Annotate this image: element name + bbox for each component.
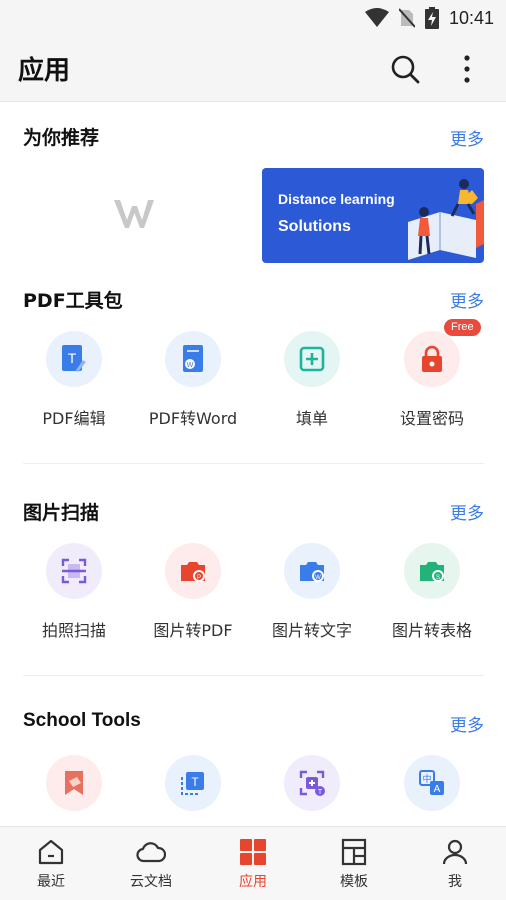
tool-photo-scan[interactable]: 拍照扫描 [14,543,134,641]
tool-label: PDF编辑 [42,409,106,428]
divider [23,675,484,676]
distance-learning-banner[interactable]: Distance learning Solutions [262,168,484,263]
tool-label: 填单 [295,409,328,428]
tool-label: 拍照扫描 [41,621,106,640]
more-vertical-icon[interactable] [455,52,479,86]
tool-label: 图片转文字 [271,621,352,640]
svg-text:A: A [434,784,441,795]
svg-text:P: P [197,575,201,581]
tool-label: 设置密码 [399,409,464,428]
template-icon [341,838,367,866]
translate-icon: 中 A [419,770,444,795]
svg-text:T: T [318,789,323,796]
tool-school-4[interactable]: 中 A [372,755,492,811]
tool-image-to-text[interactable]: W 图片转文字 [252,543,372,641]
nav-item-recent[interactable]: 最近 [11,837,91,891]
pdf-tools-title: PDF工具包 [23,290,123,312]
wifi-icon [364,8,389,27]
svg-text:S: S [436,575,440,581]
scan-icon [61,558,87,584]
image-scan-more-link[interactable]: 更多 [450,499,484,524]
svg-text:T: T [68,350,77,366]
recommend-title: 为你推荐 [23,127,100,149]
bottom-navigation: 最近 云文档 应用 模板 我 [0,826,506,900]
home-icon [38,839,64,865]
status-time: 10:41 [448,7,494,28]
pdf-tools-more-link[interactable]: 更多 [450,287,484,312]
nav-label: 最近 [37,874,65,890]
apps-grid-icon [240,839,266,865]
banner-line2: Solutions [278,218,351,235]
tool-label: PDF转Word [148,409,238,428]
tool-pdf-to-word[interactable]: W PDF转Word [133,331,253,429]
svg-text:W: W [187,362,194,369]
tool-label: 图片转PDF [153,621,233,640]
app-bar: 应用 [0,36,506,102]
fill-form-icon [299,346,325,372]
svg-text:W: W [315,575,321,581]
tool-image-to-pdf[interactable]: P 图片转PDF [133,543,253,641]
tool-fill-form[interactable]: 填单 [252,331,372,429]
tool-pdf-edit[interactable]: T PDF编辑 [14,331,134,429]
user-icon [442,839,468,865]
battery-charging-icon [424,7,439,29]
tool-school-2[interactable]: T [133,755,253,811]
nav-label: 我 [448,874,462,890]
nav-item-apps[interactable]: 应用 [213,837,293,891]
image-scan-title: 图片扫描 [23,502,100,524]
banner-line1: Distance learning [278,191,395,207]
image-to-text-icon: W [300,562,324,582]
cloud-icon [136,842,166,863]
tool-label: 图片转表格 [391,621,472,640]
nav-label: 应用 [239,874,267,890]
nav-item-me[interactable]: 我 [415,837,495,891]
pdf-to-word-icon: W [183,345,203,372]
nav-label: 模板 [340,874,368,890]
search-icon[interactable] [388,52,422,86]
image-to-pdf-icon: P [181,562,205,582]
school-tools-title: School Tools [23,710,141,731]
nav-label: 云文档 [130,874,172,890]
recommend-more-link[interactable]: 更多 [450,125,484,150]
lock-icon [422,345,442,372]
image-to-table-icon: S [420,562,444,582]
tool-image-to-table[interactable]: S 图片转表格 [372,543,492,641]
tool-school-3[interactable]: T [252,755,372,811]
nav-item-templates[interactable]: 模板 [314,837,394,891]
students-illustration-icon [408,179,484,260]
bookmark-hand-icon [65,771,83,795]
page-title: 应用 [18,56,71,86]
divider [23,463,484,464]
photo-translate-icon: T [299,770,325,796]
nav-item-cloud-docs[interactable]: 云文档 [111,837,191,891]
pdf-edit-icon: T [62,345,86,372]
tool-school-1[interactable] [14,755,134,811]
school-tools-more-link[interactable]: 更多 [450,711,484,736]
free-badge: Free [444,319,481,336]
status-bar: 10:41 [0,0,506,36]
text-recognize-icon: T [181,772,204,795]
no-sim-icon [398,8,415,28]
tool-set-password[interactable]: Free 设置密码 [372,319,492,429]
svg-text:T: T [191,775,199,789]
wps-logo-icon[interactable] [112,196,156,232]
